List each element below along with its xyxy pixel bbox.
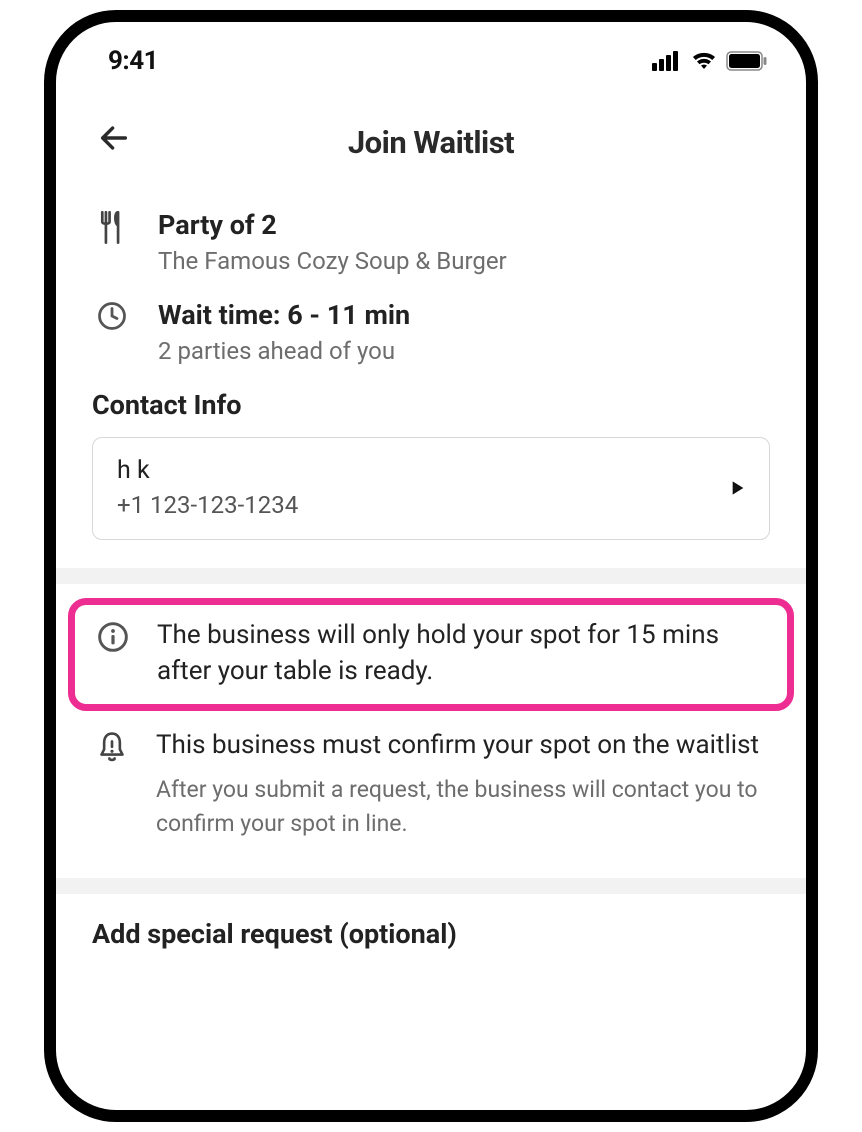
app-header: Join Waitlist — [56, 86, 806, 181]
caret-right-icon — [731, 480, 745, 496]
special-request-heading: Add special request (optional) — [56, 894, 806, 950]
notices-section: The business will only hold your spot fo… — [56, 584, 806, 858]
status-time: 9:41 — [108, 46, 158, 76]
confirm-notice-title: This business must confirm your spot on … — [156, 727, 770, 763]
info-icon — [97, 621, 129, 653]
party-row: Party of 2 The Famous Cozy Soup & Burger — [92, 209, 770, 275]
parties-ahead: 2 parties ahead of you — [158, 337, 770, 365]
arrow-left-icon — [97, 121, 131, 155]
contact-name: h k — [117, 456, 298, 485]
status-bar: 9:41 — [56, 22, 806, 86]
cellular-icon — [652, 51, 682, 71]
wifi-icon — [690, 51, 718, 71]
section-divider — [56, 878, 806, 894]
hold-notice: The business will only hold your spot fo… — [68, 598, 794, 711]
confirm-notice: This business must confirm your spot on … — [68, 711, 794, 858]
details-section: Party of 2 The Famous Cozy Soup & Burger… — [56, 181, 806, 540]
wait-time-label: Wait time: 6 - 11 min — [158, 299, 770, 331]
utensils-icon — [97, 211, 127, 245]
device-frame: 9:41 — [44, 10, 818, 1122]
party-size-label: Party of 2 — [158, 209, 770, 241]
contact-phone: +1 123-123-1234 — [117, 491, 298, 519]
contact-card[interactable]: h k +1 123-123-1234 — [92, 437, 770, 540]
back-button[interactable] — [94, 118, 134, 158]
bell-alert-icon — [96, 731, 128, 765]
status-icons — [652, 51, 768, 71]
clock-icon — [97, 301, 127, 331]
battery-icon — [726, 51, 768, 71]
restaurant-name: The Famous Cozy Soup & Burger — [158, 247, 770, 275]
section-divider — [56, 568, 806, 584]
confirm-notice-sub: After you submit a request, the business… — [156, 773, 770, 840]
contact-info-heading: Contact Info — [92, 389, 770, 421]
wait-time-row: Wait time: 6 - 11 min 2 parties ahead of… — [92, 299, 770, 365]
page-title: Join Waitlist — [348, 124, 514, 161]
hold-notice-text: The business will only hold your spot fo… — [157, 617, 769, 690]
